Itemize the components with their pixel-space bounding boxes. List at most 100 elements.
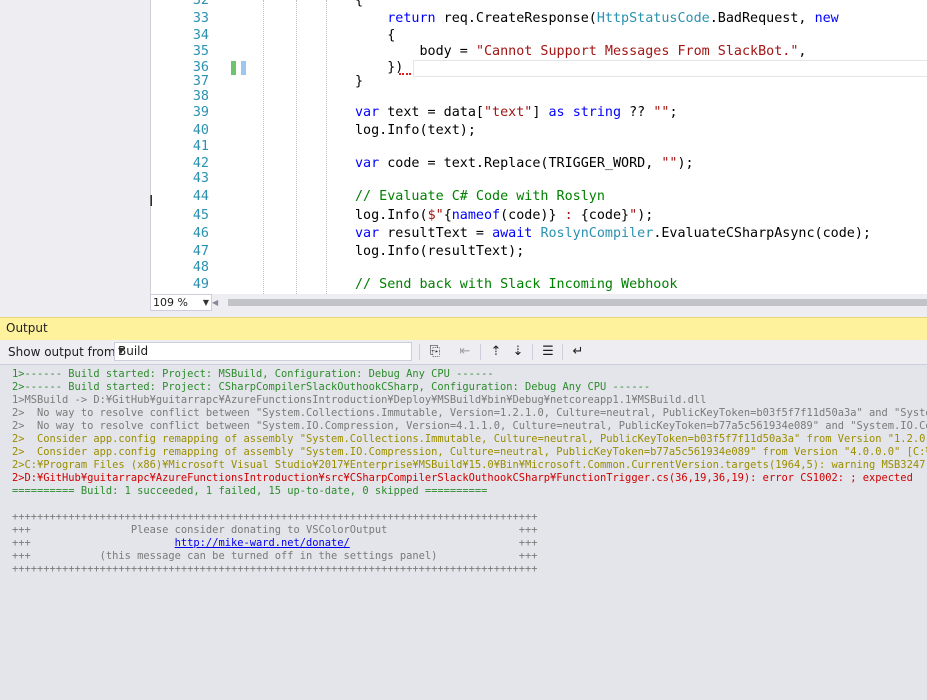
line-number: 43 — [192, 171, 209, 186]
find-message-icon[interactable]: ⎘ — [426, 343, 444, 360]
code-token: {code} — [580, 208, 630, 223]
toolbar-separator — [480, 344, 481, 360]
code-token: log.Info(text); — [355, 123, 476, 138]
output-line: ++++++++++++++++++++++++++++++++++++++++… — [12, 511, 538, 523]
code-text: log.Info($"{nameof(code)} : {code}"); — [355, 207, 653, 224]
code-token: code = text.Replace(TRIGGER_WORD, — [379, 156, 662, 171]
output-title: Output — [6, 321, 48, 335]
code-line[interactable]: 32 { — [151, 0, 927, 9]
chevron-down-icon: ▼ — [202, 298, 209, 307]
output-text-area[interactable]: 1>------ Build started: Project: MSBuild… — [0, 364, 927, 700]
code-token: new — [814, 11, 839, 26]
line-number: 38 — [192, 89, 209, 104]
code-token: // Evaluate C# Code with Roslyn — [355, 189, 605, 204]
code-text: log.Info(resultText); — [355, 243, 524, 260]
editor-bottom-bar: 109 % ▼ ◀ — [150, 294, 927, 311]
scrollbar-thumb[interactable] — [228, 299, 927, 306]
output-source-select[interactable]: Build ▼ — [114, 342, 412, 361]
code-text: // Evaluate C# Code with Roslyn — [355, 188, 605, 205]
code-token: var — [355, 105, 380, 120]
code-token: log.Info(resultText); — [355, 244, 525, 259]
code-pane[interactable]: 32 {33 return req.CreateResponse(HttpStat… — [150, 0, 927, 294]
code-token: resultText = — [379, 226, 493, 241]
zoom-select[interactable]: 109 % ▼ — [150, 294, 212, 311]
code-line[interactable]: 46 var resultText = await RoslynCompiler.… — [151, 225, 927, 242]
code-line[interactable]: 48 — [151, 259, 927, 276]
output-line: +++ http://mike-ward.net/donate/ +++ — [12, 537, 538, 549]
output-toolbar: Show output from: Build ▼ ⎘ ⇤ ⇡ ⇣ ☰ ↵ — [0, 340, 927, 364]
output-line: +++ Please consider donating to VSColorO… — [12, 524, 538, 536]
line-number: 35 — [192, 44, 209, 59]
code-line[interactable]: 44 // Evaluate C# Code with Roslyn — [151, 188, 927, 205]
output-line: ========== Build: 1 succeeded, 1 failed,… — [12, 485, 488, 497]
code-line[interactable]: 35 body = "Cannot Support Messages From … — [151, 43, 927, 60]
code-text: var text = data["text"] as string ?? ""; — [355, 104, 678, 121]
scroll-left-icon[interactable]: ◀ — [212, 298, 218, 307]
code-text: var resultText = await RoslynCompiler.Ev… — [355, 225, 871, 242]
code-token: ] — [532, 105, 549, 120]
go-to-previous-icon[interactable]: ⇤ — [456, 343, 474, 360]
line-number: 44 — [192, 189, 209, 204]
toolbar-separator — [419, 344, 420, 360]
output-line: 2>C:¥Program Files (x86)¥Microsoft Visua… — [12, 459, 927, 471]
code-token: as — [548, 105, 565, 120]
code-text: return req.CreateResponse(HttpStatusCode… — [355, 10, 839, 27]
code-token: .EvaluateCSharpAsync(code); — [653, 226, 871, 241]
output-window: Output Show output from: Build ▼ ⎘ ⇤ ⇡ ⇣… — [0, 311, 927, 700]
line-number: 45 — [192, 208, 209, 223]
code-text: log.Info(text); — [355, 122, 476, 139]
line-number: 49 — [192, 277, 209, 292]
code-editor: 32 {33 return req.CreateResponse(HttpStat… — [0, 0, 927, 311]
code-token: "" — [661, 156, 678, 171]
clear-all-icon[interactable]: ☰ — [539, 343, 557, 360]
code-line[interactable]: 40 log.Info(text); — [151, 122, 927, 139]
code-token: .BadRequest, — [709, 11, 815, 26]
code-token: var — [355, 226, 380, 241]
line-number: 47 — [192, 244, 209, 259]
line-number: 34 — [192, 28, 209, 43]
code-token: await — [492, 226, 533, 241]
code-line[interactable]: 38 — [151, 88, 927, 105]
output-line: 2> Consider app.config remapping of asse… — [12, 446, 927, 458]
code-line[interactable]: 49 // Send back with Slack Incoming Webho… — [151, 276, 927, 293]
output-line: 2> No way to resolve conflict between "S… — [12, 420, 927, 432]
code-line[interactable]: 43 — [151, 170, 927, 187]
code-text: { — [355, 27, 395, 44]
code-text: { — [355, 0, 363, 9]
donate-link[interactable]: http://mike-ward.net/donate/ — [175, 537, 350, 549]
line-number: 33 — [192, 11, 209, 26]
output-line: 1>------ Build started: Project: MSBuild… — [12, 368, 494, 380]
line-number: 32 — [192, 0, 209, 8]
code-line[interactable]: 47 log.Info(resultText); — [151, 243, 927, 260]
code-line[interactable]: 39 var text = data["text"] as string ?? "… — [151, 104, 927, 121]
code-token: "text" — [484, 105, 533, 120]
code-line[interactable]: 41 — [151, 138, 927, 155]
code-line[interactable]: 45 log.Info($"{nameof(code)} : {code}"); — [151, 207, 927, 224]
code-token: , — [798, 44, 807, 59]
code-token: RoslynCompiler — [540, 226, 654, 241]
code-line[interactable]: 34 { — [151, 27, 927, 44]
code-line[interactable]: 33 return req.CreateResponse(HttpStatusC… — [151, 10, 927, 27]
toggle-word-wrap-icon[interactable]: ↵ — [569, 343, 587, 360]
code-token: req.CreateResponse( — [435, 11, 597, 26]
code-token: ); — [637, 208, 654, 223]
output-line: 2> Consider app.config remapping of asse… — [12, 433, 927, 445]
code-token: : — [556, 208, 581, 223]
line-number: 41 — [192, 139, 209, 154]
code-token: HttpStatusCode — [596, 11, 710, 26]
go-to-next-message-icon[interactable]: ⇣ — [509, 343, 527, 360]
code-token: $" — [427, 208, 444, 223]
code-token: } — [355, 74, 364, 89]
output-title-bar[interactable]: Output — [0, 317, 927, 340]
code-token: log.Info( — [355, 208, 428, 223]
code-token: nameof — [451, 208, 501, 223]
output-line: ++++++++++++++++++++++++++++++++++++++++… — [12, 563, 538, 575]
output-line: 2> No way to resolve conflict between "S… — [12, 407, 927, 419]
output-line: 1>MSBuild -> D:¥GitHub¥guitarrapc¥AzureF… — [12, 394, 707, 406]
line-number: 46 — [192, 226, 209, 241]
code-token: body = — [355, 44, 476, 59]
chevron-down-icon: ▼ — [118, 346, 125, 355]
go-to-previous-message-icon[interactable]: ⇡ — [487, 343, 505, 360]
horizontal-scrollbar[interactable]: ◀ — [212, 298, 927, 307]
